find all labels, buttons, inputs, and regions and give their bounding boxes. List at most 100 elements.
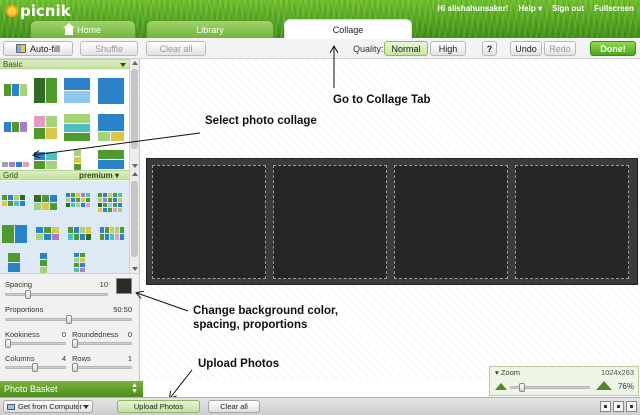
layout-thumb[interactable] (34, 195, 58, 211)
roundedness-label: Roundedness (72, 330, 119, 339)
layout-thumb[interactable] (100, 227, 124, 241)
columns-slider[interactable] (5, 363, 66, 372)
clear-all-button[interactable]: Clear all (146, 41, 206, 56)
layout-thumb[interactable] (2, 195, 26, 211)
layout-thumb[interactable] (64, 78, 90, 104)
layout-thumb[interactable] (2, 225, 28, 243)
view-small-icon[interactable] (600, 401, 611, 412)
annotation-select-collage: Select photo collage (205, 115, 317, 127)
tab-collage[interactable]: Collage (284, 19, 412, 38)
scroll-up-icon[interactable] (132, 61, 138, 65)
zoom-percent: 76% (617, 382, 634, 391)
view-medium-icon[interactable] (613, 401, 624, 412)
layout-thumb[interactable] (4, 122, 28, 134)
view-large-icon[interactable] (626, 401, 637, 412)
layout-thumb[interactable] (98, 78, 124, 104)
get-from-computer-label: Get from Computer (18, 402, 83, 411)
rows-slider-knob[interactable] (72, 363, 78, 372)
photo-basket-bar: Get from Computer Upload Photos Clear al… (0, 397, 640, 415)
scroll-down-icon[interactable] (132, 164, 138, 168)
columns-label: Columns (5, 354, 35, 363)
upload-photos-button[interactable]: Upload Photos (117, 400, 200, 413)
collage-photo-slot[interactable] (515, 165, 629, 279)
tab-library[interactable]: Library (146, 20, 274, 38)
layout-thumb[interactable] (68, 227, 92, 241)
scroll-down-icon[interactable] (132, 267, 138, 271)
layout-thumb[interactable] (74, 150, 82, 170)
expand-collapse-icon[interactable]: ▲ ▼ (131, 382, 138, 395)
roundedness-slider[interactable] (72, 339, 132, 348)
basic-section-header[interactable]: Basic (0, 59, 129, 69)
zoom-out-icon[interactable] (495, 383, 507, 390)
premium-dropdown[interactable]: premium ▾ (79, 171, 119, 180)
layout-thumb[interactable] (64, 114, 90, 142)
help-button[interactable]: ? (482, 41, 497, 56)
layout-thumb[interactable] (8, 253, 20, 273)
rows-label: Rows (72, 354, 91, 363)
help-menu[interactable]: Help ▾ (518, 4, 542, 13)
scrollbar-thumb[interactable] (131, 181, 138, 257)
layout-thumb[interactable] (98, 114, 124, 142)
quality-normal-button[interactable]: Normal (384, 41, 428, 56)
zoom-label[interactable]: ▾ Zoom (495, 368, 520, 377)
collage-photo-slot[interactable] (152, 165, 266, 279)
zoom-slider-knob[interactable] (519, 383, 525, 392)
layout-thumb-selected[interactable] (2, 162, 30, 168)
layout-thumb[interactable] (34, 152, 58, 170)
layout-thumb[interactable] (66, 193, 90, 213)
toolbar: Auto-fill Shuffle Clear all Quality: Nor… (0, 39, 640, 59)
proportions-slider[interactable] (5, 315, 132, 324)
chevron-down-icon[interactable] (78, 401, 92, 412)
kookiness-slider[interactable] (5, 339, 66, 348)
zoom-in-icon[interactable] (596, 381, 612, 390)
layout-thumb[interactable] (34, 116, 58, 140)
collage-photo-slot[interactable] (273, 165, 387, 279)
rows-value: 1 (127, 354, 132, 363)
grid-section-header[interactable]: Grid premium ▾ (0, 170, 129, 180)
get-from-computer-button[interactable]: Get from Computer (3, 400, 93, 413)
undo-button[interactable]: Undo (510, 41, 542, 56)
grid-layouts (0, 181, 129, 273)
kookiness-slider-knob[interactable] (5, 339, 11, 348)
layout-thumb[interactable] (4, 80, 28, 100)
grid-scrollbar[interactable] (129, 170, 139, 273)
layout-thumb[interactable] (98, 193, 124, 213)
quality-high-button[interactable]: High (430, 41, 466, 56)
photo-basket-header[interactable]: Photo Basket ▲ ▼ (0, 381, 143, 397)
annotation-upload: Upload Photos (198, 358, 280, 370)
annotation-background: Change background color, spacing, propor… (193, 305, 339, 331)
layout-thumb[interactable] (40, 253, 48, 273)
background-color-swatch[interactable] (116, 278, 132, 294)
basic-scrollbar[interactable] (129, 59, 139, 170)
zoom-slider[interactable] (510, 383, 590, 392)
annotation-collage-tab: Go to Collage Tab (333, 94, 431, 106)
scroll-up-icon[interactable] (132, 172, 138, 176)
done-button[interactable]: Done! (590, 41, 636, 56)
redo-button[interactable]: Redo (544, 41, 576, 56)
autofill-icon (15, 44, 26, 53)
layout-thumb[interactable] (34, 78, 58, 104)
fullscreen-link[interactable]: Fullscreen (594, 4, 634, 13)
tab-home[interactable]: Home (30, 20, 136, 38)
layout-thumb[interactable] (74, 253, 86, 273)
spacing-slider[interactable] (5, 290, 108, 299)
spacing-slider-knob[interactable] (25, 290, 31, 299)
user-links: Hi alishahunsaker! Help ▾ Sign out Fulls… (437, 4, 634, 13)
logo-icon (6, 5, 18, 17)
roundedness-value: 0 (127, 330, 132, 339)
scrollbar-thumb[interactable] (131, 69, 138, 149)
roundedness-slider-knob[interactable] (72, 339, 78, 348)
sign-out-link[interactable]: Sign out (552, 4, 584, 13)
shuffle-button[interactable]: Shuffle (80, 41, 138, 56)
basic-header-label: Basic (3, 60, 23, 69)
collage-photo-slot[interactable] (394, 165, 508, 279)
autofill-button[interactable]: Auto-fill (3, 41, 73, 56)
layout-thumb[interactable] (98, 150, 124, 170)
proportions-slider-knob[interactable] (65, 315, 72, 324)
columns-slider-knob[interactable] (32, 363, 38, 372)
top-bar: picnik Hi alishahunsaker! Help ▾ Sign ou… (0, 0, 640, 38)
basket-clear-all-button[interactable]: Clear all (208, 400, 260, 413)
layout-thumb[interactable] (36, 227, 60, 241)
grid-header-label: Grid (3, 171, 19, 180)
rows-slider[interactable] (72, 363, 132, 372)
